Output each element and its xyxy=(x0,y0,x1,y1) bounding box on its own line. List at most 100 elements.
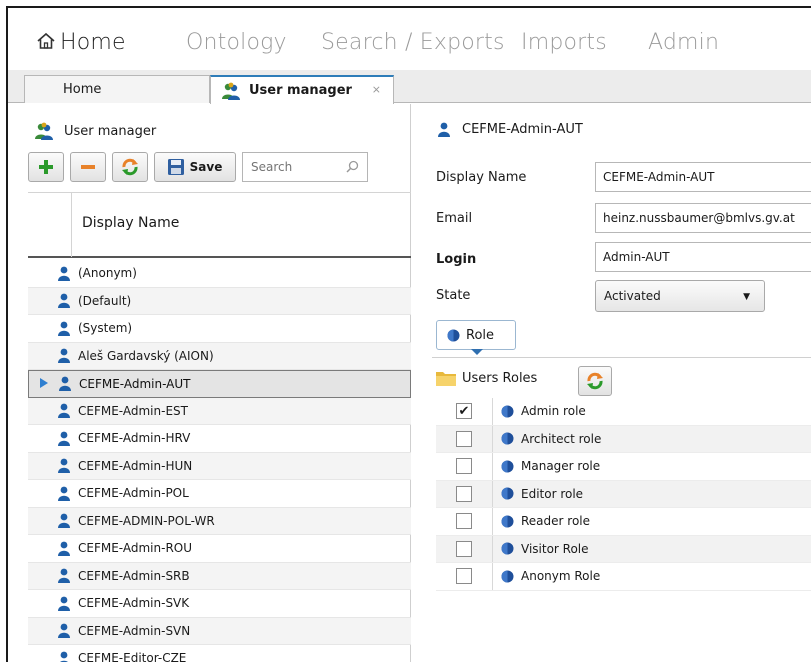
add-user-button[interactable] xyxy=(28,152,64,182)
state-select-value: Activated xyxy=(604,289,661,303)
display-name-column-header[interactable]: Display Name xyxy=(82,215,179,231)
user-icon xyxy=(58,403,72,419)
user-icon xyxy=(438,122,450,137)
user-icon xyxy=(58,458,72,474)
user-row[interactable]: (Anonym) xyxy=(28,260,411,288)
role-checkbox[interactable] xyxy=(456,430,472,447)
row-indicator xyxy=(28,453,58,480)
role-checkbox[interactable] xyxy=(456,540,472,557)
tab-user-manager-label: User manager xyxy=(249,83,352,98)
role-row: Architect role xyxy=(436,425,811,453)
role-sphere-icon xyxy=(501,542,514,555)
user-manager-title: User manager xyxy=(64,123,157,139)
refresh-icon xyxy=(587,372,603,390)
search-input[interactable] xyxy=(243,153,343,181)
user-row[interactable]: CEFME-Admin-SVK xyxy=(28,590,411,618)
plus-icon xyxy=(39,160,53,174)
display-name-field[interactable]: CEFME-Admin-AUT xyxy=(595,162,811,192)
row-pointer-icon xyxy=(40,377,48,391)
role-checkbox-cell xyxy=(436,480,493,507)
user-row[interactable]: CEFME-ADMIN-POL-WR xyxy=(28,507,411,535)
remove-user-button[interactable] xyxy=(70,152,106,182)
user-icon xyxy=(59,376,73,392)
row-indicator xyxy=(28,425,58,452)
role-checkbox[interactable] xyxy=(456,458,472,475)
row-indicator xyxy=(29,371,59,397)
email-label: Email xyxy=(436,211,473,226)
row-indicator xyxy=(28,535,58,562)
user-row[interactable]: CEFME-Admin-SRB xyxy=(28,562,411,590)
role-row: Visitor Role xyxy=(436,535,811,563)
row-indicator-column xyxy=(28,193,72,257)
row-indicator xyxy=(28,618,58,645)
role-checkbox[interactable] xyxy=(456,485,472,502)
role-row: Manager role xyxy=(436,453,811,481)
user-row[interactable]: CEFME-Admin-SVN xyxy=(28,617,411,645)
user-list: (Anonym) (Default) (System) Aleš Gardavský … xyxy=(28,260,411,662)
user-row-label: (Default) xyxy=(78,293,132,308)
user-row[interactable]: CEFME-Admin-ROU xyxy=(28,535,411,563)
menu-home[interactable]: Home xyxy=(36,30,126,55)
user-row[interactable]: CEFME-Admin-EST xyxy=(28,397,411,425)
close-icon[interactable]: ⨯ xyxy=(372,83,381,96)
user-icon xyxy=(58,568,72,584)
email-field[interactable]: heinz.nussbaumer@bmlvs.gv.at xyxy=(595,203,811,233)
users-group-icon xyxy=(35,122,53,140)
state-select[interactable]: Activated ▼ xyxy=(595,280,765,312)
role-label: Architect role xyxy=(521,431,602,446)
user-row[interactable]: Aleš Gardavský (AION) xyxy=(28,342,411,370)
refresh-roles-button[interactable] xyxy=(578,366,612,396)
user-row-label: CEFME-Admin-ROU xyxy=(78,541,193,556)
role-row: Editor role xyxy=(436,480,811,508)
save-button[interactable]: Save xyxy=(154,152,236,182)
user-row[interactable]: (System) xyxy=(28,315,411,343)
user-icon xyxy=(58,596,72,611)
tab-user-manager[interactable]: User manager ⨯ xyxy=(210,75,394,104)
user-row[interactable]: (Default) xyxy=(28,287,411,315)
user-detail-title: CEFME-Admin-AUT xyxy=(462,122,583,137)
user-row[interactable]: CEFME-Editor-CZE xyxy=(28,645,411,662)
user-row-label: CEFME-Admin-SVN xyxy=(78,623,191,638)
save-button-label: Save xyxy=(189,160,223,174)
role-checkbox-cell xyxy=(436,508,493,535)
login-field[interactable]: Admin-AUT xyxy=(595,242,811,272)
search-icon[interactable] xyxy=(346,160,359,173)
refresh-icon xyxy=(122,158,138,176)
user-icon xyxy=(58,348,72,364)
user-icon xyxy=(58,321,72,336)
user-row[interactable]: CEFME-Admin-HUN xyxy=(28,452,411,480)
menu-imports[interactable]: Imports xyxy=(521,30,607,55)
tab-role[interactable]: Role xyxy=(436,320,516,355)
user-manager-header: User manager xyxy=(34,122,156,140)
user-list-panel: User manager Save Search Display Name (A… xyxy=(8,104,411,662)
role-checkbox[interactable]: ✔ xyxy=(456,403,472,420)
role-sphere-icon xyxy=(501,487,514,500)
row-indicator xyxy=(28,260,58,287)
user-row[interactable]: CEFME-Admin-HRV xyxy=(28,425,411,453)
tab-home[interactable]: Home xyxy=(24,75,210,103)
user-row[interactable]: CEFME-Admin-POL xyxy=(28,480,411,508)
menu-admin[interactable]: Admin xyxy=(648,30,719,55)
user-icon xyxy=(58,513,72,529)
row-indicator xyxy=(28,590,58,617)
role-checkbox[interactable] xyxy=(456,568,472,585)
role-sphere-icon xyxy=(501,405,514,418)
role-row: Reader role xyxy=(436,508,811,536)
role-label: Reader role xyxy=(521,514,591,529)
role-checkbox-cell xyxy=(436,453,493,480)
user-toolbar: Save xyxy=(28,152,368,182)
user-row[interactable]: CEFME-Admin-AUT xyxy=(28,370,411,398)
search-field[interactable] xyxy=(242,152,368,182)
user-row-label: CEFME-ADMIN-POL-WR xyxy=(78,513,215,528)
role-checkbox-cell xyxy=(436,563,493,590)
user-row-label: CEFME-Admin-POL xyxy=(78,486,189,501)
role-label: Manager role xyxy=(521,459,601,474)
display-name-label: Display Name xyxy=(436,170,527,185)
users-roles-header: Users Roles xyxy=(436,370,537,386)
menu-ontology[interactable]: Ontology xyxy=(186,30,287,55)
role-checkbox[interactable] xyxy=(456,513,472,530)
role-checkbox-cell: ✔ xyxy=(436,398,493,425)
menu-search-exports[interactable]: Search / Exports xyxy=(321,30,505,55)
refresh-button[interactable] xyxy=(112,152,148,182)
login-label: Login xyxy=(436,252,477,267)
